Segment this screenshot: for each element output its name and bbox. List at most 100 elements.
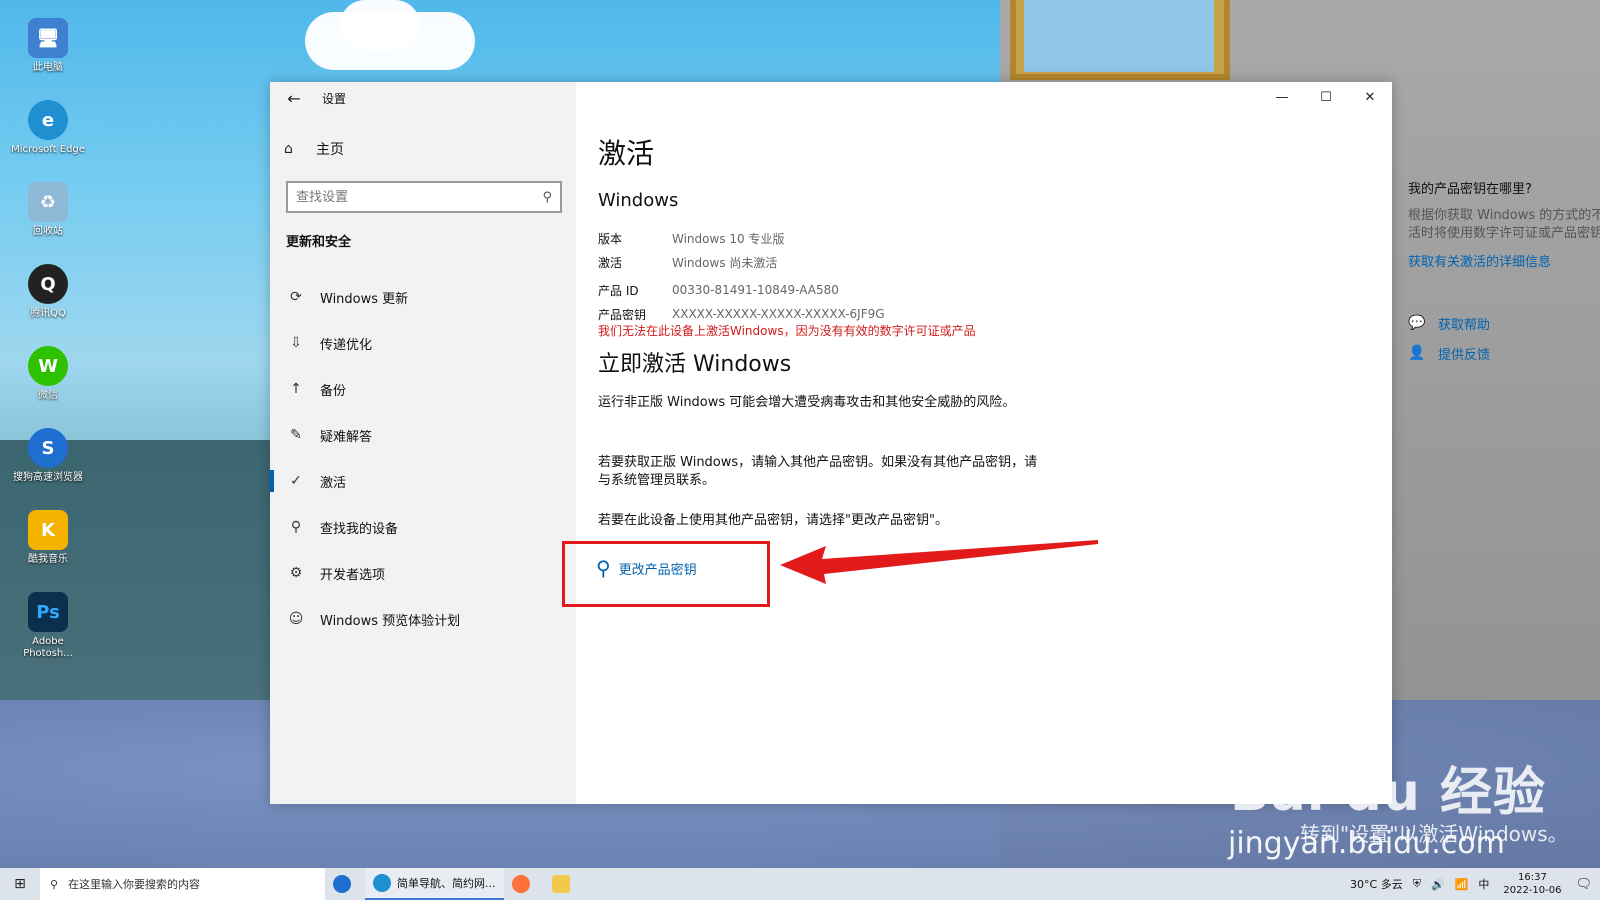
system-tray: 30°C 多云 ⛨ 🔊 📶 中 16:37 2022-10-06 🗨 <box>1340 868 1600 900</box>
sidebar-item-developer-options[interactable]: ⚙ 开发者选项 <box>270 550 576 596</box>
maximize-icon: ☐ <box>1320 89 1332 105</box>
info-key: 激活 <box>598 255 623 270</box>
get-help-link[interactable]: 💬 获取帮助 <box>1408 308 1600 338</box>
window-title: 设置 <box>322 91 347 106</box>
sidebar-item-home[interactable]: ⌂ 主页 <box>284 137 344 161</box>
info-row-activation: 激活 Windows 尚未激活 <box>598 250 885 274</box>
close-button[interactable]: ✕ <box>1348 82 1392 112</box>
sidebar-item-insider-program[interactable]: ☺ Windows 预览体验计划 <box>270 596 576 642</box>
feedback-person-icon: 👤 <box>1408 345 1426 361</box>
info-row-product-id: 产品 ID 00330-81491-10849-AA580 <box>598 278 885 302</box>
wechat-icon: W <box>28 346 68 386</box>
person-location-icon: ⚲ <box>290 519 302 535</box>
search-icon: ⚲ <box>50 877 59 891</box>
sidebar-item-delivery-optimization[interactable]: ⇩ 传递优化 <box>270 320 576 366</box>
titlebar: ← 设置 <box>270 82 576 114</box>
give-feedback-label: 提供反馈 <box>1438 347 1491 363</box>
help-panel: 我的产品密钥在哪里? 根据你获取 Windows 的方式的不同，激活时将使用数字… <box>1408 178 1600 368</box>
desktop-icon-label: 腾讯QQ <box>30 308 66 319</box>
desktop-icon-recycle-bin[interactable]: ♻ 回收站 <box>8 182 88 264</box>
start-button[interactable]: ⊞ <box>0 868 40 900</box>
edge-icon: e <box>28 100 68 140</box>
clock-date: 2022-10-06 <box>1503 885 1562 896</box>
folder-icon <box>551 875 570 893</box>
minimize-icon: — <box>1275 89 1289 105</box>
sidebar-item-activation[interactable]: ✓ 激活 <box>270 458 576 504</box>
desktop-icon-label: Adobe Photosh... <box>23 636 73 659</box>
sidebar-item-label: 疑难解答 <box>320 429 373 445</box>
settings-sidebar: ← 设置 ⌂ 主页 ⚲ 更新和安全 ⟳ Windows 更新 ⇩ 传递优化 ↑ … <box>270 82 576 804</box>
ime-indicator[interactable]: 中 <box>1478 876 1489 892</box>
taskbar-search[interactable]: ⚲ 在这里输入你要搜索的内容 <box>40 868 325 900</box>
section-title: 更新和安全 <box>286 235 352 250</box>
notification-icon[interactable]: 🗨 <box>1575 877 1592 892</box>
sidebar-item-windows-update[interactable]: ⟳ Windows 更新 <box>270 274 576 320</box>
volume-icon[interactable]: 🔊 <box>1431 878 1445 891</box>
activation-error-message: 我们无法在此设备上激活Windows，因为没有有效的数字许可证或产品 <box>598 324 976 338</box>
check-circle-icon: ✓ <box>290 473 302 489</box>
shield-icon[interactable]: ⛨ <box>1413 877 1421 891</box>
window-controls: — ☐ ✕ <box>1260 82 1392 112</box>
sidebar-item-label: 备份 <box>320 383 347 399</box>
desktop-icon-qq[interactable]: Q 腾讯QQ <box>8 264 88 346</box>
recycle-bin-icon: ♻ <box>28 182 68 222</box>
search-settings-box[interactable]: ⚲ <box>286 181 562 213</box>
taskbar-app-sogou[interactable] <box>325 868 365 900</box>
close-icon: ✕ <box>1364 89 1376 105</box>
taskbar-app-explorer[interactable] <box>544 868 584 900</box>
get-help-label: 获取帮助 <box>1438 317 1491 333</box>
desktop-icon-this-pc[interactable]: 🖥 此电脑 <box>8 18 88 100</box>
desktop-icon-sogou-browser[interactable]: S 搜狗高速浏览器 <box>8 428 88 510</box>
sidebar-item-backup[interactable]: ↑ 备份 <box>270 366 576 412</box>
sidebar-item-troubleshoot[interactable]: ✎ 疑难解答 <box>270 412 576 458</box>
activate-now-heading: 立即激活 Windows <box>598 352 792 377</box>
firefox-icon <box>511 875 530 893</box>
desktop-icon-label: 回收站 <box>33 226 63 237</box>
maximize-button[interactable]: ☐ <box>1304 82 1348 112</box>
windows-heading: Windows <box>598 190 679 211</box>
chat-help-icon: 💬 <box>1408 315 1426 331</box>
sidebar-item-find-my-device[interactable]: ⚲ 查找我的设备 <box>270 504 576 550</box>
photoshop-icon: Ps <box>28 592 68 632</box>
backup-arrow-icon: ↑ <box>290 381 302 397</box>
activation-details-link[interactable]: 获取有关激活的详细信息 <box>1408 251 1600 270</box>
sidebar-item-label: 传递优化 <box>320 337 373 353</box>
give-feedback-link[interactable]: 👤 提供反馈 <box>1408 338 1600 368</box>
desktop-icon-kuwo-music[interactable]: K 酷我音乐 <box>8 510 88 592</box>
help-actions: 💬 获取帮助 👤 提供反馈 <box>1408 308 1600 368</box>
settings-window: ← 设置 ⌂ 主页 ⚲ 更新和安全 ⟳ Windows 更新 ⇩ 传递优化 ↑ … <box>270 82 1600 804</box>
sidebar-item-label: Windows 更新 <box>320 291 409 307</box>
sidebar-item-label: 查找我的设备 <box>320 521 399 537</box>
desktop-icon-wechat[interactable]: W 微信 <box>8 346 88 428</box>
back-button[interactable]: ← <box>270 82 318 114</box>
clock-time: 16:37 <box>1518 872 1547 883</box>
search-icon[interactable]: ⚲ <box>542 190 552 205</box>
annotation-arrow-icon <box>780 540 1098 584</box>
computer-icon: 🖥 <box>28 18 68 58</box>
help-panel-description: 根据你获取 Windows 的方式的不同，激活时将使用数字许可证或产品密钥。 <box>1408 208 1600 241</box>
info-value: Windows 尚未激活 <box>672 255 778 270</box>
sidebar-item-label: 开发者选项 <box>320 567 386 583</box>
watermark-url: jingyan.baidu.com <box>1228 826 1505 861</box>
weather-widget[interactable]: 30°C 多云 <box>1350 876 1403 892</box>
network-icon[interactable]: 📶 <box>1455 878 1469 891</box>
sidebar-nav: ⟳ Windows 更新 ⇩ 传递优化 ↑ 备份 ✎ 疑难解答 ✓ 激活 ⚲ 查… <box>270 274 576 642</box>
desktop-icon-edge[interactable]: e Microsoft Edge <box>8 100 88 182</box>
desktop-icon-label: 酷我音乐 <box>28 554 68 565</box>
taskbar-app-firefox[interactable] <box>504 868 544 900</box>
desktop-icon-photoshop[interactable]: Ps Adobe Photosh... <box>8 592 88 674</box>
risk-paragraph: 运行非正版 Windows 可能会增大遭受病毒攻击和其他安全威胁的风险。 <box>598 395 1016 410</box>
highlight-box <box>562 541 770 607</box>
clock[interactable]: 16:37 2022-10-06 <box>1503 871 1561 897</box>
change-key-paragraph: 若要在此设备上使用其他产品密钥，请选择"更改产品密钥"。 <box>598 513 948 528</box>
info-value: XXXXX-XXXXX-XXXXX-XXXXX-6JF9G <box>672 307 885 321</box>
activation-info: 版本 Windows 10 专业版 激活 Windows 尚未激活 产品 ID … <box>598 226 885 326</box>
sidebar-item-label: 主页 <box>316 142 344 158</box>
search-input[interactable] <box>296 189 543 205</box>
minimize-button[interactable]: — <box>1260 82 1304 112</box>
info-value: 00330-81491-10849-AA580 <box>672 283 839 297</box>
help-panel-title: 我的产品密钥在哪里? <box>1408 182 1532 197</box>
taskbar-app-edge[interactable]: 简单导航、简约网... <box>365 868 504 900</box>
desktop-icon-label: 搜狗高速浏览器 <box>13 472 83 483</box>
edge-icon <box>373 874 391 892</box>
